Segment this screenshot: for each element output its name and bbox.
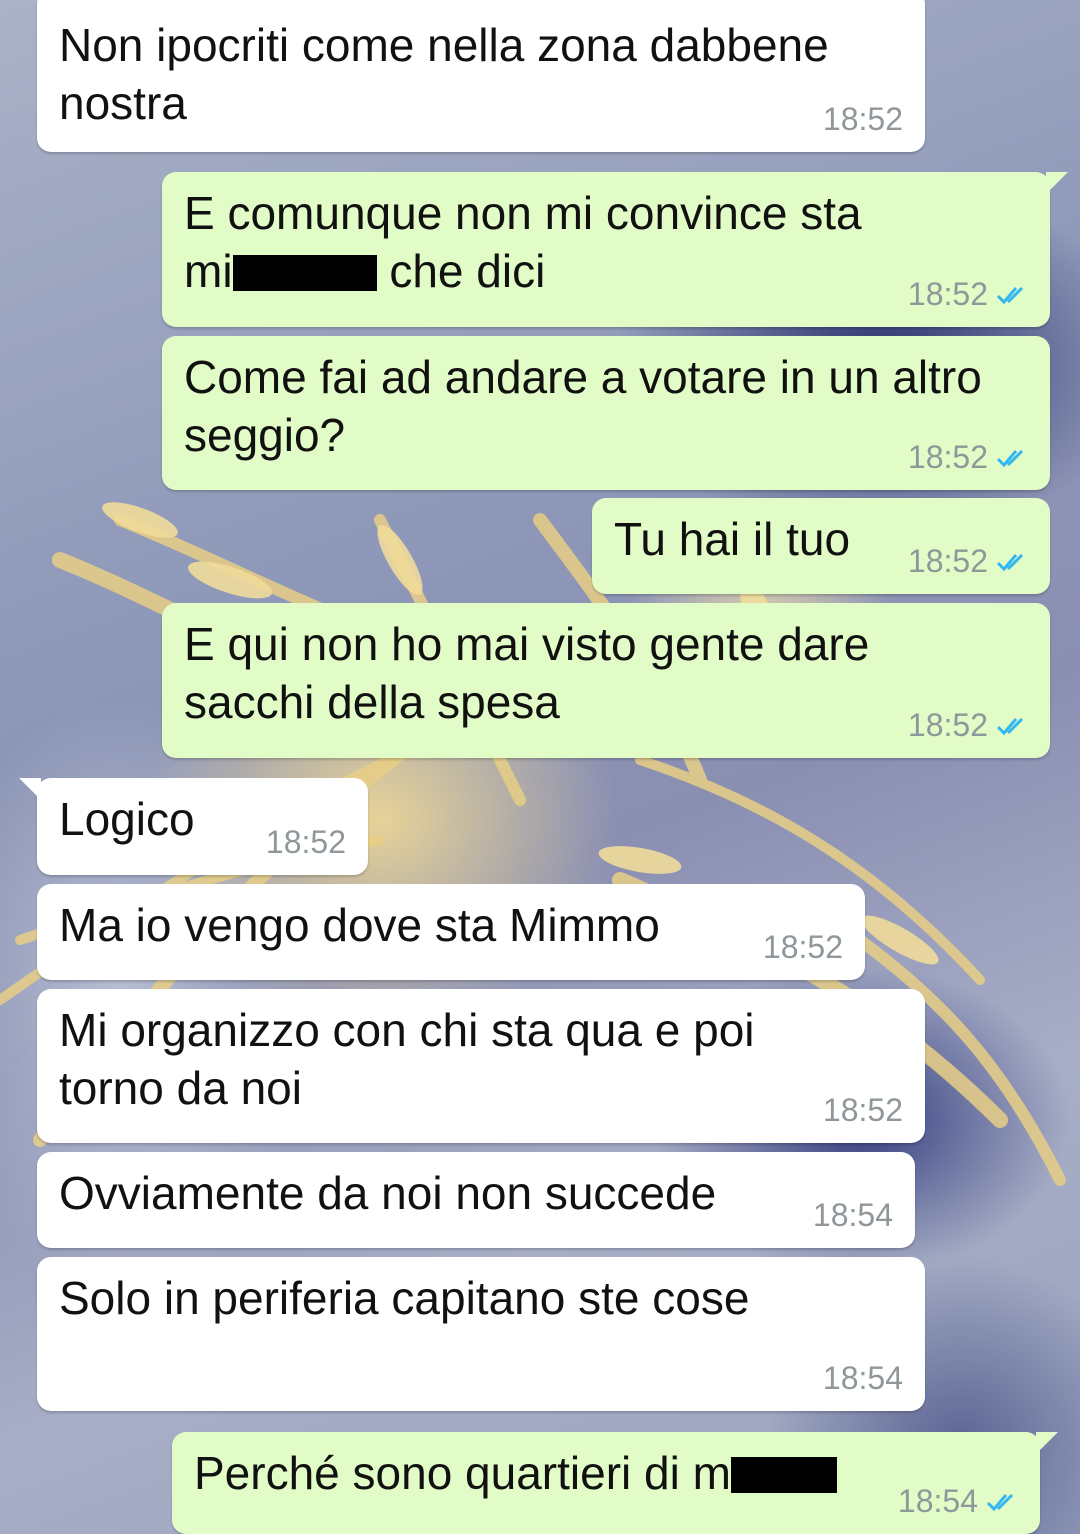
conversation: Non ipocriti come nella zona dabbene nos… <box>0 0 1080 1534</box>
read-ticks-icon <box>996 449 1024 467</box>
message-meta: 18:52 <box>823 101 903 138</box>
message-bubble-incoming[interactable]: Ma io vengo dove sta Mimmo 18:52 <box>37 884 865 980</box>
message-time: 18:52 <box>822 1092 903 1128</box>
message-bubble-incoming[interactable]: Mi organizzo con chi sta qua e poi torno… <box>37 989 925 1143</box>
message-text: Ovviamente da noi non succede <box>59 1167 717 1219</box>
message-meta: 18:54 <box>823 1360 903 1397</box>
message-bubble-outgoing[interactable]: E comunque non mi convince sta mi che di… <box>162 172 1068 327</box>
message-time: 18:54 <box>812 1197 893 1233</box>
message-time: 18:52 <box>762 929 843 965</box>
message-meta: 18:52 <box>908 707 1028 744</box>
message-text: E comunque non mi convince sta mi che di… <box>184 187 862 297</box>
message-time: 18:52 <box>907 543 988 579</box>
message-meta: 18:52 <box>763 929 843 966</box>
message-time: 18:52 <box>265 824 346 860</box>
message-text: Solo in periferia capitano ste cose <box>59 1272 750 1324</box>
message-bubble-incoming[interactable]: Solo in periferia capitano ste cose 18:5… <box>37 1257 925 1411</box>
read-ticks-icon <box>986 1493 1014 1511</box>
message-bubble-outgoing[interactable]: Come fai ad andare a votare in un altro … <box>162 336 1050 490</box>
message-bubble-outgoing[interactable]: E qui non ho mai visto gente dare sacchi… <box>162 603 1050 758</box>
message-time: 18:52 <box>907 707 988 743</box>
message-bubble-incoming[interactable]: Non ipocriti come nella zona dabbene nos… <box>37 0 925 152</box>
message-meta: 18:54 <box>813 1197 893 1234</box>
redaction-bar <box>730 1457 837 1493</box>
message-text: Perché sono quartieri di m <box>194 1444 1018 1502</box>
message-meta: 18:52 <box>908 543 1028 580</box>
read-ticks-icon <box>996 717 1024 735</box>
message-text: Come fai ad andare a votare in un altro … <box>184 351 982 461</box>
message-bubble-incoming[interactable]: Logico 18:52 <box>19 778 368 875</box>
message-bubble-outgoing[interactable]: Tu hai il tuo 18:52 <box>592 498 1050 594</box>
message-text: Mi organizzo con chi sta qua e poi torno… <box>59 1004 755 1114</box>
message-meta: 18:52 <box>908 439 1028 476</box>
message-time: 18:52 <box>907 439 988 475</box>
message-time: 18:54 <box>822 1360 903 1396</box>
message-meta: 18:52 <box>908 276 1028 313</box>
message-time: 18:52 <box>822 101 903 137</box>
message-text: Non ipocriti come nella zona dabbene nos… <box>59 19 829 129</box>
message-meta: 18:52 <box>266 824 346 861</box>
read-ticks-icon <box>996 286 1024 304</box>
message-bubble-outgoing[interactable]: Perché sono quartieri di m 18:54 <box>172 1432 1058 1534</box>
message-meta: 18:54 <box>898 1483 1018 1520</box>
message-meta: 18:52 <box>823 1092 903 1129</box>
read-ticks-icon <box>996 553 1024 571</box>
redaction-bar <box>232 255 377 291</box>
message-text: Ma io vengo dove sta Mimmo <box>59 899 660 951</box>
message-time: 18:52 <box>907 276 988 312</box>
message-text: E qui non ho mai visto gente dare sacchi… <box>184 618 870 728</box>
message-time: 18:54 <box>897 1483 978 1519</box>
message-bubble-incoming[interactable]: Ovviamente da noi non succede 18:54 <box>37 1152 915 1248</box>
